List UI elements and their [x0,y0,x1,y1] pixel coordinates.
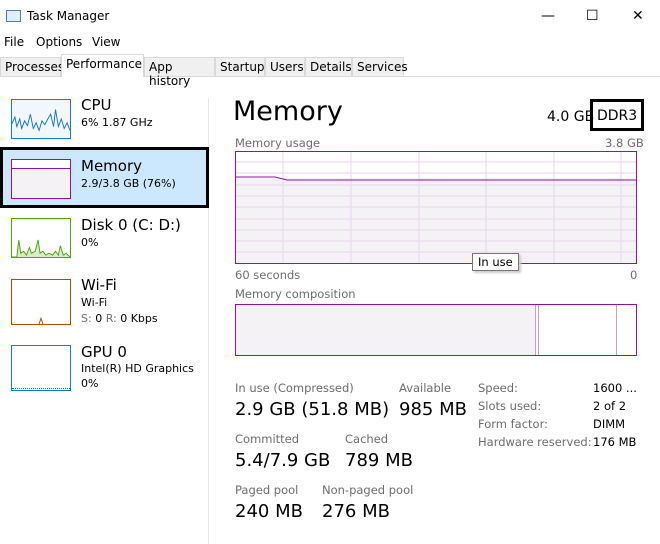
tab-services[interactable]: Services [352,57,408,77]
menu-view[interactable]: View [92,35,120,49]
tab-processes[interactable]: Processes [0,57,64,77]
gpu-graph [11,345,71,391]
nonpaged-pool-value: 276 MB [322,501,390,522]
composition-label: Memory composition [235,287,356,301]
memory-title: Memory [81,157,143,175]
in-use-tooltip: In use [472,253,519,271]
slots-label: Slots used: [478,399,542,413]
gpu-title: GPU 0 [81,343,127,361]
disk-title: Disk 0 (C: D:) [81,216,181,234]
paged-pool-label: Paged pool [235,483,299,497]
time-left: 60 seconds [235,268,301,282]
committed-label: Committed [235,432,300,446]
available-value: 985 MB [399,399,467,420]
memory-capacity: 4.0 GB [547,109,595,125]
composition-standby [539,305,617,355]
disk-graph [11,218,71,258]
speed-label: Speed: [478,381,518,395]
minimize-button[interactable]: — [541,8,555,24]
paged-pool-value: 240 MB [235,501,303,522]
nonpaged-pool-label: Non-paged pool [322,483,414,497]
menu-file[interactable]: File [4,35,24,49]
wifi-title: Wi-Fi [81,276,117,294]
memory-sub: 2.9/3.8 GB (76%) [81,177,176,190]
tab-startup[interactable]: Startup [215,57,265,77]
disk-sub: 0% [81,236,99,249]
speed-value: 1600 ... [593,381,637,395]
close-button[interactable]: ✕ [632,8,644,24]
tab-details[interactable]: Details [305,57,352,77]
tab-app-history[interactable]: App history [144,57,215,88]
app-icon [6,10,21,22]
form-factor-value: DIMM [593,417,626,431]
in-use-label: In use (Compressed) [235,381,354,395]
wifi-throughput: S: 0 R: 0 Kbps [81,312,158,325]
memory-usage-graph [235,151,637,264]
cached-label: Cached [345,432,389,446]
cpu-graph [11,99,71,139]
tab-users[interactable]: Users [265,57,305,77]
hardware-reserved-value: 176 MB [593,435,637,449]
available-label: Available [399,381,452,395]
committed-value: 5.4/7.9 GB [235,450,331,471]
page-title: Memory [233,96,343,127]
hardware-reserved-label: Hardware reserved: [478,435,592,449]
wifi-sub: Wi-Fi [81,296,108,309]
memory-composition-bar [235,304,637,356]
menu-options[interactable]: Options [36,35,82,49]
composition-in-use [236,305,536,355]
window-title: Task Manager [27,9,110,23]
cached-value: 789 MB [345,450,413,471]
gpu-usage: 0% [81,377,99,390]
maximize-button[interactable]: ☐ [586,8,599,24]
cpu-sub: 6% 1.87 GHz [81,116,153,129]
in-use-value: 2.9 GB (51.8 MB) [235,399,390,420]
wifi-graph [11,279,71,325]
gpu-sub: Intel(R) HD Graphics [81,362,194,375]
time-right: 0 [630,268,638,282]
usage-label: Memory usage [235,136,321,150]
form-factor-label: Form factor: [478,417,548,431]
cpu-title: CPU [81,96,112,114]
memory-graph [11,159,71,199]
usage-max: 3.8 GB [605,136,644,150]
tab-performance[interactable]: Performance [61,54,144,77]
slots-value: 2 of 2 [593,399,627,413]
memory-type: DDR3 [590,99,644,131]
